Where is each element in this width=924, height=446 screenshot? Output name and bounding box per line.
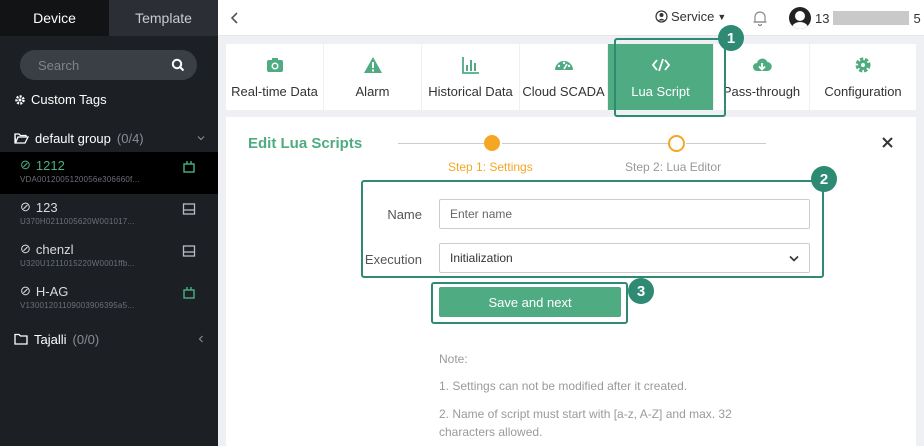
caret-down-icon: ▼ (717, 11, 727, 22)
gear-icon (15, 94, 25, 105)
note-line-1: 1. Settings can not be modified after it… (439, 379, 688, 393)
tab-cloud-scada[interactable]: Cloud SCADA (520, 44, 608, 110)
note-line-3: characters allowed. (439, 425, 543, 439)
group-default[interactable]: default group (0/4) (0, 125, 218, 151)
tab-pass-through[interactable]: Pass-through (714, 44, 810, 110)
tab-device[interactable]: Device (0, 0, 109, 36)
service-menu[interactable]: Service ▼ (655, 9, 726, 24)
close-icon[interactable] (882, 137, 893, 148)
page-title: Edit Lua Scripts (248, 135, 363, 152)
callout-highlight-1 (614, 38, 726, 117)
device-item-h-ag[interactable]: ⊘ H-AG V13001201109003906395a5... (0, 278, 218, 320)
bar-chart-icon (461, 57, 479, 74)
chevron-left-icon[interactable] (196, 334, 206, 344)
tab-label: Alarm (355, 84, 390, 99)
tab-historical-data[interactable]: Historical Data (422, 44, 520, 110)
tool-icon[interactable] (182, 286, 196, 300)
callout-badge-3: 3 (628, 278, 654, 304)
avatar (789, 7, 811, 29)
tab-real-time-data[interactable]: Real-time Data (226, 44, 324, 110)
tab-label: Configuration (824, 84, 902, 99)
step-connector (398, 143, 490, 144)
device-status-icon: ⊘ (20, 283, 31, 298)
dashboard-icon (554, 61, 573, 70)
device-serial: VDA0012005120056e306660f... (20, 175, 140, 184)
sidebar: Device Template Custom Tags default grou… (0, 0, 218, 446)
device-serial: U370H0211005620W001017... (20, 217, 135, 226)
step-2-label: Step 2: Lua Editor (625, 160, 722, 174)
custom-tags-link[interactable]: Custom Tags (14, 92, 107, 107)
top-header: Service ▼ 135 ▼ (218, 0, 924, 36)
device-name: chenzl (35, 241, 74, 257)
user-circle-icon (655, 10, 668, 23)
tab-label: Historical Data (428, 84, 513, 99)
search-box (20, 50, 197, 80)
tab-label: Pass-through (722, 84, 801, 99)
warning-icon (363, 57, 382, 73)
redacted-mask (833, 11, 910, 25)
bell-icon[interactable] (752, 9, 768, 27)
group-tajalli[interactable]: Tajalli (0/0) (0, 326, 218, 352)
device-serial: U320U1211015220W0001ffb... (20, 259, 135, 268)
user-menu[interactable]: 135 ▼ (789, 7, 924, 29)
device-name: 1212 (35, 157, 65, 173)
device-serial: V13001201109003906395a5... (20, 301, 135, 310)
tab-alarm[interactable]: Alarm (324, 44, 422, 110)
function-tabs: Real-time Data Alarm Historical Data Clo… (226, 44, 916, 110)
device-item-chenzl[interactable]: ⊘ chenzl U320U1211015220W0001ffb... (0, 236, 218, 278)
device-status-icon: ⊘ (20, 157, 31, 172)
custom-tags-label: Custom Tags (31, 92, 107, 107)
callout-badge-2: 2 (811, 166, 837, 192)
camera-icon (266, 58, 283, 72)
device-status-icon: ⊘ (20, 241, 31, 256)
window-icon[interactable] (182, 244, 196, 258)
window-icon[interactable] (182, 202, 196, 216)
folder-icon (14, 333, 28, 345)
tab-label: Real-time Data (231, 84, 318, 99)
group-count: (0/0) (72, 331, 100, 347)
device-item-123[interactable]: ⊘ 123 U370H0211005620W001017... (0, 194, 218, 236)
cloud-download-icon (752, 58, 772, 72)
step-1-indicator (484, 135, 500, 151)
note-title: Note: (439, 352, 468, 366)
callout-highlight-3 (431, 282, 628, 324)
device-status-icon: ⊘ (20, 199, 31, 214)
step-1-label: Step 1: Settings (448, 160, 533, 174)
search-icon[interactable] (171, 58, 185, 72)
sidebar-tabs: Device Template (0, 0, 218, 36)
gear-icon (855, 57, 871, 73)
step-connector (502, 143, 669, 144)
tab-label: Cloud SCADA (522, 84, 605, 99)
device-name: H-AG (35, 283, 69, 299)
service-label: Service (671, 9, 715, 24)
callout-highlight-2 (361, 180, 824, 278)
folder-open-icon (14, 133, 29, 144)
device-item-1212[interactable]: ⊘ 1212 VDA0012005120056e306660f... (0, 152, 218, 194)
search-input[interactable] (38, 57, 158, 73)
group-name: default group (35, 130, 111, 146)
group-count: (0/4) (116, 130, 144, 146)
app-root: Device Template Custom Tags default grou… (0, 0, 924, 446)
note-line-2: 2. Name of script must start with [a-z, … (439, 407, 732, 421)
tool-icon[interactable] (182, 160, 196, 174)
chevron-down-icon[interactable] (196, 133, 206, 143)
tab-configuration[interactable]: Configuration (810, 44, 916, 110)
callout-badge-1: 1 (718, 25, 744, 51)
user-name: 13 (815, 10, 830, 26)
device-name: 123 (35, 199, 58, 215)
step-connector (686, 143, 766, 144)
tab-template[interactable]: Template (109, 0, 218, 36)
group-name: Tajalli (34, 331, 67, 347)
chevron-left-icon[interactable] (230, 11, 240, 25)
step-2-indicator (668, 135, 685, 152)
